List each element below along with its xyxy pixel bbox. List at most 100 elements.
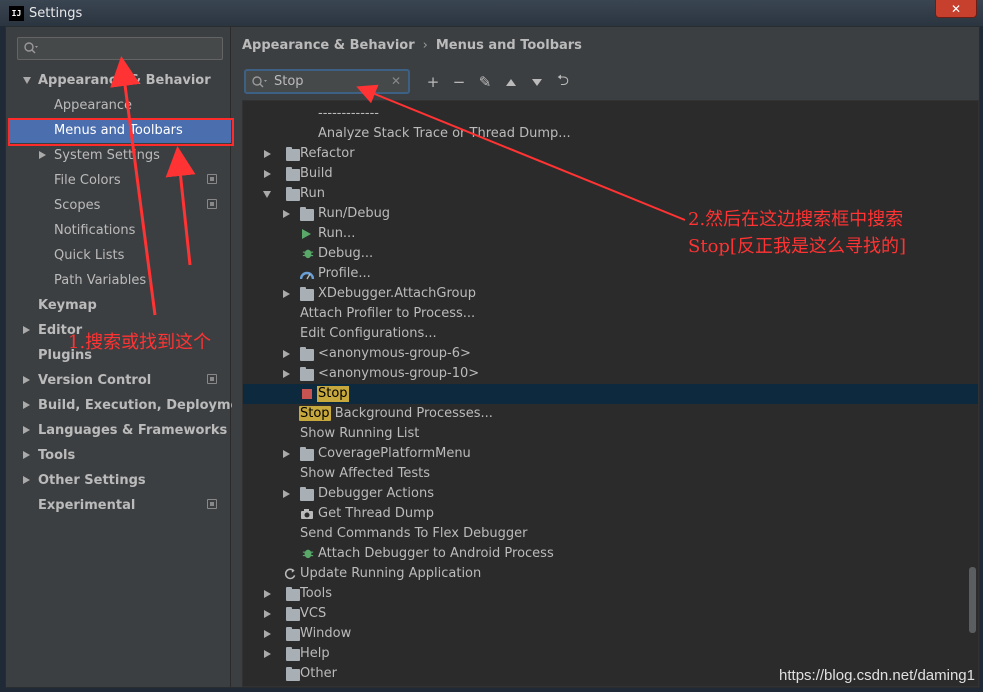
tree-row-vcs[interactable]: VCS xyxy=(243,604,978,624)
tree-row-label: Tools xyxy=(300,586,333,601)
watermark-text: https://blog.csdn.net/daming1 xyxy=(779,667,975,684)
sidebar-item-tools[interactable]: Tools xyxy=(6,443,231,468)
sidebar-item-appearance-behavior[interactable]: Appearance & Behavior xyxy=(6,68,231,93)
chevron-right-icon[interactable] xyxy=(23,426,30,434)
sidebar-item-path-variables[interactable]: Path Variables xyxy=(6,268,231,293)
tree-scrollbar[interactable] xyxy=(969,567,976,633)
chevron-right-icon[interactable] xyxy=(23,401,30,409)
chevron-right-icon[interactable] xyxy=(283,290,290,298)
chevron-down-icon[interactable] xyxy=(23,77,31,84)
tree-row-separator[interactable]: ------------- xyxy=(243,104,978,124)
sidebar-search-input[interactable] xyxy=(40,40,218,57)
tree-row-build[interactable]: Build xyxy=(243,164,978,184)
sidebar-item-notifications[interactable]: Notifications xyxy=(6,218,231,243)
tree-row-coverage-platform-menu[interactable]: CoveragePlatformMenu xyxy=(243,444,978,464)
chevron-right-icon[interactable] xyxy=(283,490,290,498)
sidebar-item-label: System Settings xyxy=(54,148,160,163)
sidebar-item-label: Appearance & Behavior xyxy=(38,73,211,88)
folder-icon xyxy=(286,627,300,641)
chevron-right-icon[interactable] xyxy=(264,610,271,618)
chevron-right-icon[interactable] xyxy=(264,590,271,598)
tree-row-show-running-list[interactable]: Show Running List xyxy=(243,424,978,444)
sidebar-item-experimental[interactable]: Experimental xyxy=(6,493,231,518)
breadcrumb: Appearance & Behavior › Menus and Toolbars xyxy=(242,37,582,55)
tree-row-anonymous-group-6[interactable]: <anonymous-group-6> xyxy=(243,344,978,364)
tree-row-stop[interactable]: Stop xyxy=(243,384,978,404)
sidebar-item-version-control[interactable]: Version Control xyxy=(6,368,231,393)
chevron-right-icon[interactable] xyxy=(264,650,271,658)
tree-row-debugger-actions[interactable]: Debugger Actions xyxy=(243,484,978,504)
chevron-right-icon[interactable] xyxy=(264,170,271,178)
project-scope-icon xyxy=(207,199,217,209)
breadcrumb-parent[interactable]: Appearance & Behavior xyxy=(242,38,415,53)
edit-action-button[interactable]: ✎ xyxy=(476,73,494,91)
sidebar-item-label: Languages & Frameworks xyxy=(38,423,228,438)
tree-row-attach-debugger-android[interactable]: Attach Debugger to Android Process xyxy=(243,544,978,564)
search-icon xyxy=(24,42,38,54)
chevron-right-icon[interactable] xyxy=(23,376,30,384)
tree-row-profile-action[interactable]: Profile... xyxy=(243,264,978,284)
annotation-step1: 1.搜索或找到这个 xyxy=(68,332,212,353)
tree-row-attach-profiler[interactable]: Attach Profiler to Process... xyxy=(243,304,978,324)
run-icon xyxy=(302,229,311,239)
tree-row-label: Profile... xyxy=(318,266,371,281)
tree-row-get-thread-dump[interactable]: Get Thread Dump xyxy=(243,504,978,524)
sidebar-item-other-settings[interactable]: Other Settings xyxy=(6,468,231,493)
tree-row-xdebugger-attachgroup[interactable]: XDebugger.AttachGroup xyxy=(243,284,978,304)
folder-icon xyxy=(300,207,314,221)
folder-icon xyxy=(300,287,314,301)
sidebar-item-system-settings[interactable]: System Settings xyxy=(6,143,231,168)
tree-row-send-commands-flex[interactable]: Send Commands To Flex Debugger xyxy=(243,524,978,544)
chevron-right-icon[interactable] xyxy=(23,326,30,334)
chevron-right-icon[interactable] xyxy=(283,450,290,458)
debug-bug-icon xyxy=(302,549,314,559)
actions-tree[interactable]: ------------- Analyze Stack Trace or Thr… xyxy=(242,100,979,687)
chevron-right-icon[interactable] xyxy=(23,476,30,484)
sidebar-item-scopes[interactable]: Scopes xyxy=(6,193,231,218)
chevron-right-icon[interactable] xyxy=(39,151,46,159)
tree-row-label: Update Running Application xyxy=(300,566,482,581)
sidebar-item-file-colors[interactable]: File Colors xyxy=(6,168,231,193)
tree-row-label: Debugger Actions xyxy=(318,486,434,501)
tree-row-anonymous-group-10[interactable]: <anonymous-group-10> xyxy=(243,364,978,384)
tree-row-tools[interactable]: Tools xyxy=(243,584,978,604)
sidebar-search-box[interactable] xyxy=(17,37,223,60)
remove-action-button[interactable]: − xyxy=(450,73,468,91)
sidebar-item-build-execution-deployment[interactable]: Build, Execution, Deployment xyxy=(6,393,255,418)
chevron-right-icon[interactable] xyxy=(264,150,271,158)
sidebar-item-keymap[interactable]: Keymap xyxy=(6,293,231,318)
tree-row-show-affected-tests[interactable]: Show Affected Tests xyxy=(243,464,978,484)
tree-row-label: Help xyxy=(300,646,330,661)
chevron-right-icon[interactable] xyxy=(283,370,290,378)
tree-row-update-running-application[interactable]: Update Running Application xyxy=(243,564,978,584)
sidebar-item-label: Other Settings xyxy=(38,473,146,488)
tree-row-window[interactable]: Window xyxy=(243,624,978,644)
tree-row-stop-background-processes[interactable]: Stop Background Processes... xyxy=(243,404,978,424)
action-search-input[interactable] xyxy=(274,73,384,90)
tree-row-run[interactable]: Run xyxy=(243,184,978,204)
move-down-button[interactable] xyxy=(528,73,546,91)
add-action-button[interactable]: + xyxy=(424,73,442,91)
tree-row-label: VCS xyxy=(300,606,327,621)
sidebar-item-quick-lists[interactable]: Quick Lists xyxy=(6,243,231,268)
chevron-right-icon[interactable] xyxy=(23,451,30,459)
tree-row-refactor[interactable]: Refactor xyxy=(243,144,978,164)
sidebar-item-languages-frameworks[interactable]: Languages & Frameworks xyxy=(6,418,231,443)
sidebar-item-label: Notifications xyxy=(54,223,136,238)
search-icon xyxy=(252,76,267,88)
tree-row-label: Debug... xyxy=(318,246,374,261)
restore-defaults-button[interactable]: ⮌ xyxy=(554,71,572,91)
close-window-button[interactable]: ✕ xyxy=(935,0,977,18)
action-search-box[interactable]: ✕ xyxy=(244,69,410,94)
chevron-down-icon[interactable] xyxy=(263,191,271,198)
annotation-highlight-box xyxy=(8,118,234,146)
tree-row-help[interactable]: Help xyxy=(243,644,978,664)
tree-row-edit-configurations[interactable]: Edit Configurations... xyxy=(243,324,978,344)
chevron-right-icon[interactable] xyxy=(264,630,271,638)
move-up-button[interactable] xyxy=(502,73,520,91)
sidebar-item-appearance[interactable]: Appearance xyxy=(6,93,231,118)
clear-search-icon[interactable]: ✕ xyxy=(391,74,401,88)
chevron-right-icon[interactable] xyxy=(283,350,290,358)
chevron-right-icon[interactable] xyxy=(283,210,290,218)
tree-row-analyze-stack-trace[interactable]: Analyze Stack Trace or Thread Dump... xyxy=(243,124,978,144)
